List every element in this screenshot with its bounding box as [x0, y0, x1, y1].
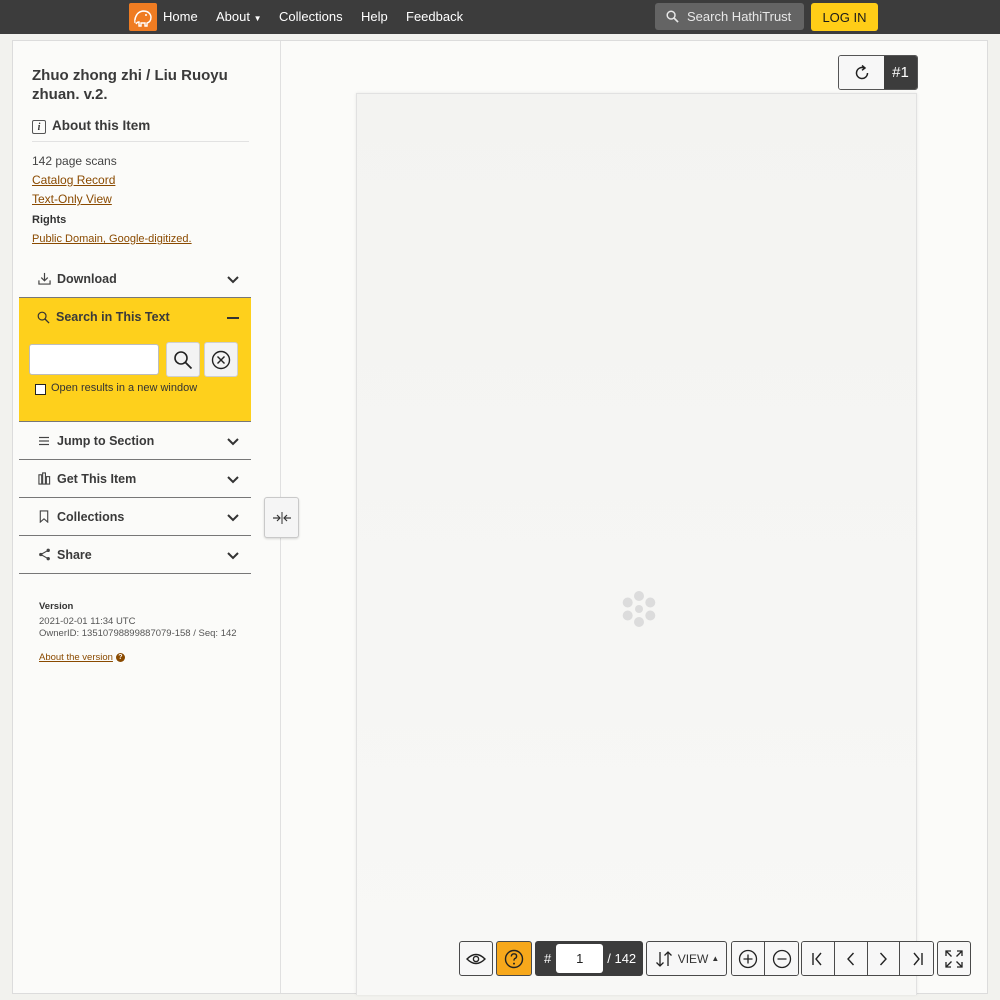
get-this-item-accordion[interactable]: Get This Item [19, 460, 251, 498]
first-page-icon [812, 952, 822, 965]
search-icon [666, 10, 679, 23]
nav-about[interactable]: About ▼ [216, 9, 262, 24]
visibility-button[interactable] [459, 941, 493, 976]
share-label: Share [57, 547, 92, 562]
hathitrust-logo[interactable] [129, 3, 157, 31]
view-mode-button[interactable]: VIEW ▲ [646, 941, 727, 976]
chevron-down-icon [227, 551, 239, 559]
first-page-button[interactable] [802, 942, 835, 975]
fullscreen-icon [945, 949, 963, 968]
reader-frame: Zhuo zhong zhi / Liu Ruoyu zhuan. v.2. i… [12, 40, 988, 995]
next-page-button[interactable] [867, 942, 901, 975]
scroll-arrows-icon [655, 950, 672, 967]
catalog-record-link[interactable]: Catalog Record [32, 173, 115, 187]
chevron-right-icon [880, 952, 888, 965]
chevron-down-icon [227, 437, 239, 445]
seq-badge: #1 [884, 56, 917, 89]
list-icon [37, 434, 51, 448]
page-scans-count: 142 page scans [32, 154, 117, 168]
share-accordion[interactable]: Share [19, 536, 251, 574]
search-in-text-panel: Search in This Text Open results in a ne… [19, 298, 251, 422]
loading-spinner-icon [622, 591, 656, 627]
search-icon [174, 350, 193, 369]
page-hash: # [544, 951, 552, 966]
caret-down-icon: ▼ [253, 14, 262, 23]
rights-label: Rights [32, 214, 67, 226]
jump-to-section-accordion[interactable]: Jump to Section [19, 422, 251, 460]
nav-collections[interactable]: Collections [279, 9, 343, 24]
page-total: / 142 [607, 951, 637, 966]
page-number-input[interactable]: 1 [556, 944, 604, 973]
previous-page-button[interactable] [834, 942, 868, 975]
close-circle-icon [211, 350, 231, 369]
eye-icon [466, 953, 486, 964]
zoom-in-button[interactable] [732, 942, 765, 975]
get-this-item-label: Get This Item [57, 471, 137, 486]
search-text-input[interactable] [29, 344, 159, 375]
search-submit-button[interactable] [166, 342, 200, 377]
view-mode-label: VIEW [677, 951, 709, 966]
page-nav-group [801, 941, 934, 976]
help-button[interactable] [496, 941, 532, 976]
search-hathitrust-label: Search HathiTrust [687, 9, 792, 24]
library-icon [37, 472, 51, 486]
chevron-left-icon [846, 952, 854, 965]
about-item-heading: i About this Item [32, 118, 249, 142]
version-owner: OwnerID: 13510798899887079-158 / Seq: 14… [39, 628, 237, 639]
login-button[interactable]: LOG IN [811, 3, 878, 31]
text-only-view-link[interactable]: Text-Only View [32, 192, 112, 206]
zoom-in-icon [738, 949, 758, 968]
collapse-arrows-icon [272, 511, 291, 524]
last-page-button[interactable] [900, 942, 933, 975]
fullscreen-button[interactable] [937, 941, 971, 976]
zoom-group [731, 941, 799, 976]
version-label: Version [39, 601, 74, 612]
minus-icon[interactable] [227, 317, 239, 319]
nav-home[interactable]: Home [163, 9, 198, 24]
question-icon: ? [115, 653, 125, 662]
page-scan[interactable] [356, 93, 917, 995]
download-label: Download [57, 271, 117, 286]
zoom-out-icon [772, 949, 791, 968]
nav-feedback[interactable]: Feedback [406, 9, 463, 24]
search-in-text-toggle[interactable]: Search in This Text [37, 310, 170, 324]
sidebar-collapse-button[interactable] [264, 497, 299, 538]
page-navigator: # 1 / 142 [535, 941, 643, 976]
jump-to-section-label: Jump to Section [57, 433, 155, 448]
open-new-window-label: Open results in a new window [51, 382, 198, 394]
chevron-down-icon [227, 275, 239, 283]
search-in-text-label: Search in This Text [56, 310, 170, 324]
nav-about-label: About [216, 9, 250, 24]
about-item-label: About this Item [52, 118, 151, 133]
elephant-logo-icon [134, 10, 152, 27]
nav-help[interactable]: Help [361, 9, 388, 24]
rotate-group: #1 [838, 55, 918, 90]
rotate-icon [855, 64, 868, 79]
chevron-down-icon [227, 513, 239, 521]
info-icon: i [32, 120, 46, 134]
sidebar: Zhuo zhong zhi / Liu Ruoyu zhuan. v.2. i… [13, 41, 281, 993]
download-accordion[interactable]: Download [19, 260, 251, 298]
book-title: Zhuo zhong zhi / Liu Ruoyu zhuan. v.2. [32, 67, 228, 103]
download-icon [37, 272, 51, 286]
last-page-icon [913, 952, 923, 965]
collections-label: Collections [57, 509, 125, 524]
open-new-window-checkbox[interactable] [35, 384, 46, 395]
collections-accordion[interactable]: Collections [19, 498, 251, 536]
share-icon [37, 548, 51, 562]
version-date: 2021-02-01 11:34 UTC [39, 616, 136, 627]
about-version-label: About the version [39, 652, 113, 663]
bookmark-icon [37, 510, 51, 524]
caret-up-icon: ▲ [711, 954, 720, 963]
clear-search-button[interactable] [204, 342, 238, 377]
search-hathitrust-button[interactable]: Search HathiTrust [655, 3, 804, 30]
search-icon [37, 311, 50, 324]
chevron-down-icon [227, 475, 239, 483]
top-navbar: Home About ▼ Collections Help Feedback S… [0, 0, 1000, 34]
rights-link[interactable]: Public Domain, Google-digitized. [32, 233, 192, 245]
about-version-link[interactable]: About the version ? [39, 652, 125, 663]
rotate-button[interactable] [839, 56, 884, 89]
help-circle-icon [504, 949, 524, 968]
zoom-out-button[interactable] [765, 942, 798, 975]
